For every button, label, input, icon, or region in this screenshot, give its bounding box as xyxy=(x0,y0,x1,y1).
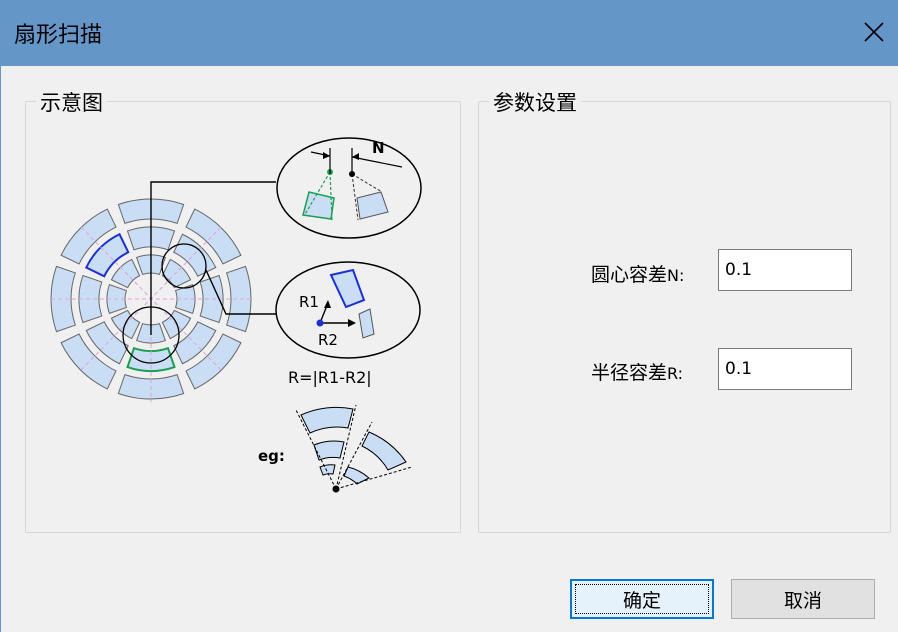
label-r2: R2 xyxy=(318,331,338,349)
cancel-button[interactable]: 取消 xyxy=(731,579,875,619)
params-group-legend: 参数设置 xyxy=(489,87,581,117)
close-button[interactable] xyxy=(856,14,892,50)
detail-ellipse-n xyxy=(276,137,422,239)
radius-tolerance-input[interactable] xyxy=(718,348,852,390)
window-title: 扇形扫描 xyxy=(14,23,103,48)
ring-sector xyxy=(161,258,192,289)
ring-sector xyxy=(110,258,141,289)
center-tolerance-label: 圆心容差N: xyxy=(591,264,685,286)
label-r1: R1 xyxy=(299,293,319,311)
detail-r-content xyxy=(316,268,375,339)
title-bar[interactable]: 扇形扫描 xyxy=(0,0,898,66)
label-n: N xyxy=(372,139,385,157)
ok-button[interactable]: 确定 xyxy=(570,579,714,619)
center-tolerance-input[interactable] xyxy=(718,249,852,291)
params-group: 参数设置 圆心容差N: 半径容差R: xyxy=(478,87,891,533)
example-fan xyxy=(295,404,413,493)
window-border xyxy=(0,66,1,632)
diagram-group: 示意图 N R1 R2 R=|R1-R2| eg: xyxy=(25,87,461,533)
label-formula: R=|R1-R2| xyxy=(288,368,372,387)
label-eg: eg: xyxy=(258,447,285,465)
focus-ring xyxy=(575,584,709,614)
detail-n-content xyxy=(302,148,403,221)
schematic-diagram: N R1 R2 R=|R1-R2| eg: xyxy=(50,137,422,493)
radius-tolerance-label: 半径容差R: xyxy=(591,362,684,384)
close-icon xyxy=(864,22,884,42)
